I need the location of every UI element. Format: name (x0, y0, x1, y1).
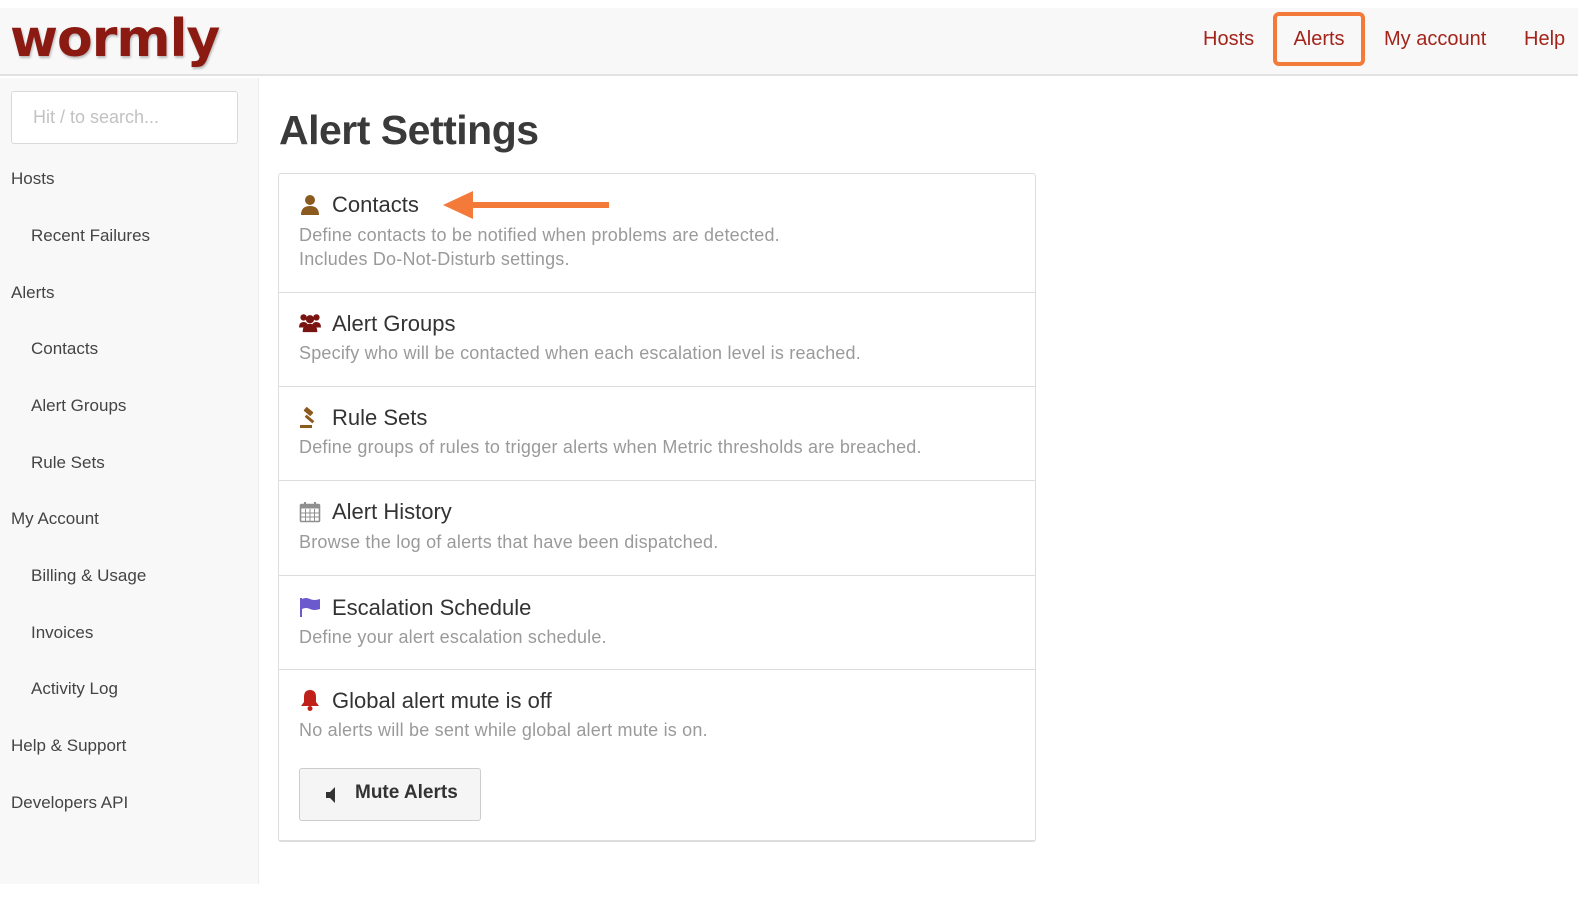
rule-sets-description: Define groups of rules to trigger alerts… (299, 437, 922, 457)
sidebar-item-rule-sets[interactable]: Rule Sets (31, 453, 105, 473)
settings-row-alert-history[interactable]: Alert History Browse the log of alerts t… (279, 481, 1035, 576)
alert-settings-panel: Contacts Define contacts to be notified … (278, 173, 1036, 842)
nav-alerts-link[interactable]: Alerts (1273, 12, 1365, 66)
bell-icon (301, 690, 319, 711)
nav-hosts-link[interactable]: Hosts (1203, 22, 1254, 60)
escalation-schedule-description: Define your alert escalation schedule. (299, 627, 607, 647)
settings-row-contacts[interactable]: Contacts Define contacts to be notified … (279, 174, 1035, 293)
sidebar-item-my-account[interactable]: My Account (11, 509, 99, 529)
volume-off-icon (326, 787, 335, 803)
page-title: Alert Settings (279, 107, 539, 153)
annotation-arrow-icon (443, 191, 609, 219)
mute-alerts-button[interactable]: Mute Alerts (299, 768, 481, 821)
sidebar-item-recent-failures[interactable]: Recent Failures (31, 226, 150, 246)
sidebar-item-activity-log[interactable]: Activity Log (31, 679, 118, 699)
users-icon (299, 314, 321, 333)
top-navbar: wormly Hosts Alerts My account Help (0, 8, 1578, 76)
alert-history-link[interactable]: Alert History (332, 499, 452, 525)
alert-history-description: Browse the log of alerts that have been … (299, 532, 719, 552)
sidebar-item-help-support[interactable]: Help & Support (11, 736, 126, 756)
calendar-icon (299, 502, 321, 523)
sidebar: Hosts Recent Failures Alerts Contacts Al… (0, 78, 259, 884)
escalation-schedule-link[interactable]: Escalation Schedule (332, 595, 531, 621)
settings-row-rule-sets[interactable]: Rule Sets Define groups of rules to trig… (279, 387, 1035, 481)
sidebar-item-contacts[interactable]: Contacts (31, 339, 98, 359)
user-icon (301, 195, 319, 215)
mute-alerts-label: Mute Alerts (355, 782, 458, 803)
search-input[interactable] (11, 91, 238, 144)
sidebar-item-invoices[interactable]: Invoices (31, 623, 93, 643)
global-mute-status: Global alert mute is off (332, 688, 552, 713)
sidebar-item-hosts[interactable]: Hosts (11, 169, 54, 189)
settings-row-alert-groups[interactable]: Alert Groups Specify who will be contact… (279, 293, 1035, 387)
nav-help-link[interactable]: Help (1524, 22, 1565, 60)
alert-groups-description: Specify who will be contacted when each … (299, 343, 861, 363)
gavel-icon (300, 407, 315, 428)
flag-icon (300, 598, 320, 617)
sidebar-item-developers-api[interactable]: Developers API (11, 793, 128, 813)
sidebar-item-alert-groups[interactable]: Alert Groups (31, 396, 126, 416)
contacts-link[interactable]: Contacts (332, 192, 419, 218)
global-mute-description: No alerts will be sent while global aler… (299, 720, 708, 740)
nav-my-account-link[interactable]: My account (1384, 22, 1486, 60)
sidebar-item-billing-usage[interactable]: Billing & Usage (31, 566, 146, 586)
contacts-description-line-2: Includes Do-Not-Disturb settings. (299, 249, 570, 269)
alert-groups-link[interactable]: Alert Groups (332, 311, 456, 337)
rule-sets-link[interactable]: Rule Sets (332, 405, 427, 431)
wormly-logo[interactable]: wormly (10, 8, 220, 76)
settings-row-escalation-schedule[interactable]: Escalation Schedule Define your alert es… (279, 576, 1035, 670)
sidebar-item-alerts[interactable]: Alerts (11, 283, 54, 303)
contacts-description-line-1: Define contacts to be notified when prob… (299, 225, 780, 245)
